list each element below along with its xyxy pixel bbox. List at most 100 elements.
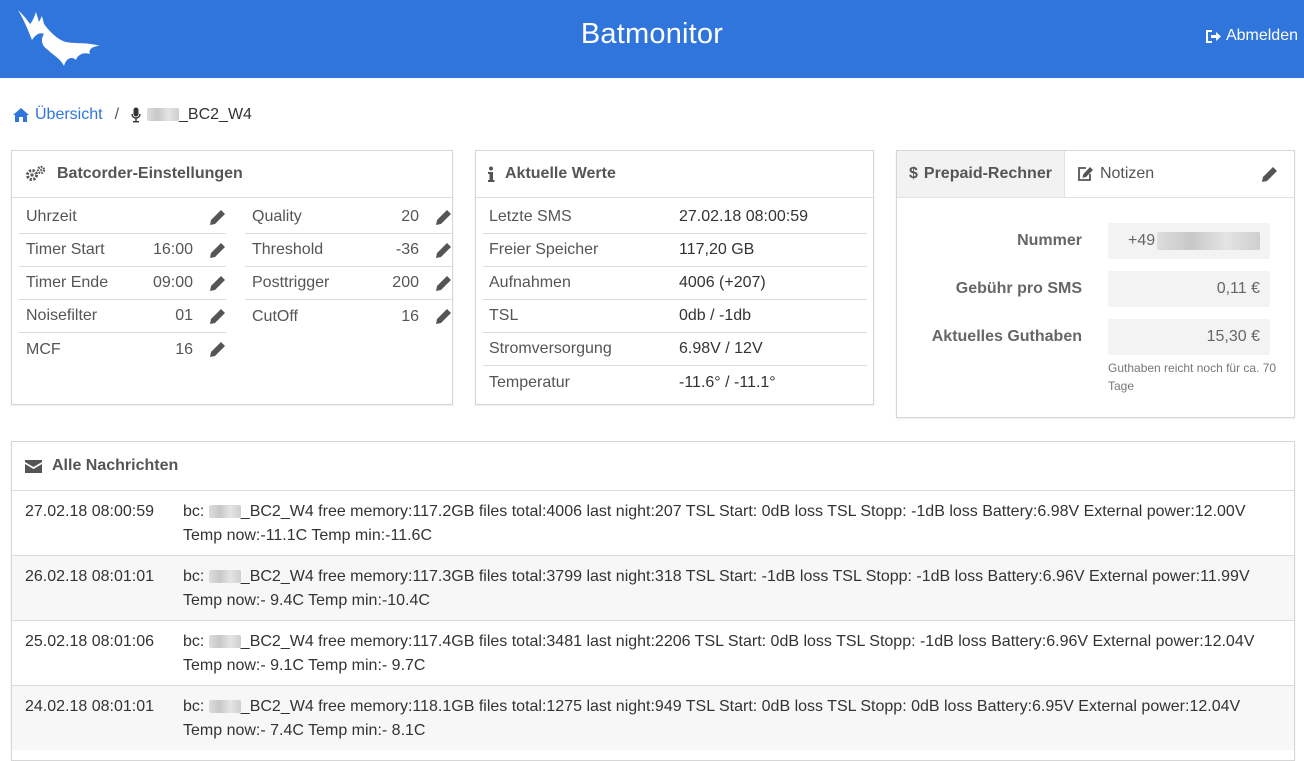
settings-panel-header: Batcorder-Einstellungen	[12, 151, 452, 198]
current-values-table: Letzte SMS 27.02.18 08:00:59 Freier Spei…	[483, 201, 867, 399]
logout-label: Abmelden	[1225, 27, 1298, 44]
current-value: -11.6° / -11.1°	[679, 373, 776, 391]
setting-label: Timer Start	[26, 241, 105, 258]
current-label: Letzte SMS	[489, 208, 572, 225]
fee-value: 0,11 €	[1216, 280, 1260, 297]
form-row-guthaben: Aktuelles Guthaben 15,30 €	[897, 319, 1294, 355]
pencil-edit-icon[interactable]	[209, 308, 226, 325]
pencil-edit-icon[interactable]	[435, 275, 452, 292]
app-title: Batmonitor	[580, 18, 724, 50]
current-row-aufnahmen: Aufnahmen 4006 (+207)	[483, 267, 867, 300]
settings-panel: Batcorder-Einstellungen Uhrzeit Timer St…	[11, 150, 453, 405]
current-label: Stromversorgung	[489, 340, 612, 357]
message-row: 27.02.18 08:00:59 bc: _BC2_W4 free memor…	[12, 490, 1294, 555]
number-value: +49	[1128, 232, 1156, 249]
setting-label: Quality	[252, 208, 302, 225]
redacted-name	[147, 108, 180, 122]
setting-row-timer-start: Timer Start 16:00	[19, 234, 226, 267]
tab-prepaid-rechner[interactable]: $ Prepaid-Rechner	[897, 151, 1065, 197]
top-bar: Batmonitor Abmelden	[0, 0, 1304, 78]
message-date: 24.02.18 08:01:01	[25, 698, 155, 715]
setting-row-quality: Quality 20	[245, 201, 452, 234]
setting-label: Timer Ende	[26, 274, 109, 291]
edit-note-icon	[1078, 167, 1093, 181]
messages-header: Alle Nachrichten	[12, 442, 1294, 490]
setting-label: Posttrigger	[252, 274, 330, 291]
message-body: _BC2_W4 free memory:117.3GB files total:…	[183, 568, 1250, 609]
message-date: 25.02.18 08:01:06	[25, 633, 155, 650]
dollar-icon: $	[909, 165, 918, 182]
setting-value: 16	[401, 307, 419, 325]
current-label: TSL	[489, 307, 519, 324]
settings-right-table: Quality 20 Threshold -36 Posttrigger 200…	[245, 201, 452, 333]
current-row-stromversorgung: Stromversorgung 6.98V / 12V	[483, 333, 867, 366]
setting-value: 20	[401, 208, 419, 225]
prepaid-form: Nummer +49 Gebühr pro SMS 0,11 € Aktuell…	[897, 199, 1294, 417]
balance-value: 15,30 €	[1206, 328, 1260, 345]
current-values-header: Aktuelle Werte	[476, 151, 873, 198]
current-label: Temperatur	[489, 373, 570, 391]
message-row: 26.02.18 08:01:01 bc: _BC2_W4 free memor…	[12, 555, 1294, 620]
current-value: 0db / -1db	[679, 307, 752, 324]
tab-notizen[interactable]: Notizen	[1065, 151, 1166, 197]
current-value: 27.02.18 08:00:59	[679, 208, 809, 225]
setting-label: Noisefilter	[26, 307, 98, 324]
pencil-edit-icon[interactable]	[209, 341, 226, 358]
setting-row-mcf: MCF 16	[19, 333, 226, 366]
setting-value: 200	[392, 274, 419, 291]
redacted-name	[208, 635, 241, 649]
setting-label: MCF	[26, 340, 61, 358]
message-text: bc: _BC2_W4 free memory:117.4GB files to…	[183, 630, 1294, 685]
setting-row-threshold: Threshold -36	[245, 234, 452, 267]
setting-value: 16:00	[152, 241, 193, 258]
number-label: Nummer	[1017, 232, 1082, 249]
pencil-edit-icon[interactable]	[209, 242, 226, 259]
breadcrumb: Übersicht / _BC2_W4	[12, 104, 252, 126]
microphone-icon	[131, 107, 141, 123]
message-row: 25.02.18 08:01:06 bc: _BC2_W4 free memor…	[12, 620, 1294, 685]
redacted-number	[1157, 232, 1260, 250]
setting-value: 16	[175, 340, 193, 358]
setting-value: -36	[395, 241, 419, 258]
settings-left-table: Uhrzeit Timer Start 16:00 Timer Ende 09:…	[19, 201, 226, 366]
number-field[interactable]: +49	[1108, 223, 1270, 259]
fee-field[interactable]: 0,11 €	[1108, 271, 1270, 307]
pencil-edit-icon[interactable]	[435, 209, 452, 226]
pencil-edit-icon[interactable]	[209, 275, 226, 292]
setting-label: Threshold	[252, 241, 324, 258]
message-text: bc: _BC2_W4 free memory:118.1GB files to…	[183, 695, 1294, 750]
current-value: 6.98V / 12V	[679, 340, 763, 357]
setting-row-timer-ende: Timer Ende 09:00	[19, 267, 226, 300]
breadcrumb-current: _BC2_W4	[131, 106, 252, 124]
gears-icon	[26, 165, 46, 181]
logout-button[interactable]: Abmelden	[1205, 27, 1298, 45]
home-icon	[13, 108, 29, 122]
settings-panel-title: Batcorder-Einstellungen	[57, 165, 243, 182]
message-text: bc: _BC2_W4 free memory:117.2GB files to…	[183, 500, 1294, 555]
setting-row-noisefilter: Noisefilter 01	[19, 300, 226, 333]
pencil-edit-icon[interactable]	[435, 242, 452, 259]
current-label: Aufnahmen	[489, 274, 571, 291]
fee-label: Gebühr pro SMS	[955, 280, 1082, 297]
balance-field[interactable]: 15,30 €	[1108, 319, 1270, 355]
pencil-edit-icon[interactable]	[435, 308, 452, 325]
prepaid-panel: $ Prepaid-Rechner Notizen Nummer +49 Geb…	[896, 150, 1295, 418]
setting-value: 01	[175, 307, 193, 324]
breadcrumb-current-label: _BC2_W4	[179, 106, 252, 123]
messages-title: Alle Nachrichten	[52, 457, 179, 474]
pencil-edit-icon[interactable]	[209, 209, 226, 226]
prepaid-edit-button[interactable]	[1261, 151, 1294, 197]
messages-panel: Alle Nachrichten 27.02.18 08:00:59 bc: _…	[11, 441, 1295, 761]
breadcrumb-separator: /	[114, 106, 120, 123]
redacted-name	[208, 700, 241, 714]
redacted-name	[208, 570, 241, 584]
breadcrumb-home-link[interactable]: Übersicht	[12, 106, 103, 124]
message-row: 24.02.18 08:01:01 bc: _BC2_W4 free memor…	[12, 685, 1294, 750]
message-text: bc: _BC2_W4 free memory:117.3GB files to…	[183, 565, 1294, 620]
message-body: _BC2_W4 free memory:117.2GB files total:…	[183, 503, 1246, 544]
logout-icon	[1205, 29, 1221, 43]
current-value: 4006 (+207)	[679, 274, 766, 291]
info-icon	[488, 166, 495, 182]
current-label: Freier Speicher	[489, 241, 599, 258]
current-row-temperatur: Temperatur -11.6° / -11.1°	[483, 366, 867, 399]
